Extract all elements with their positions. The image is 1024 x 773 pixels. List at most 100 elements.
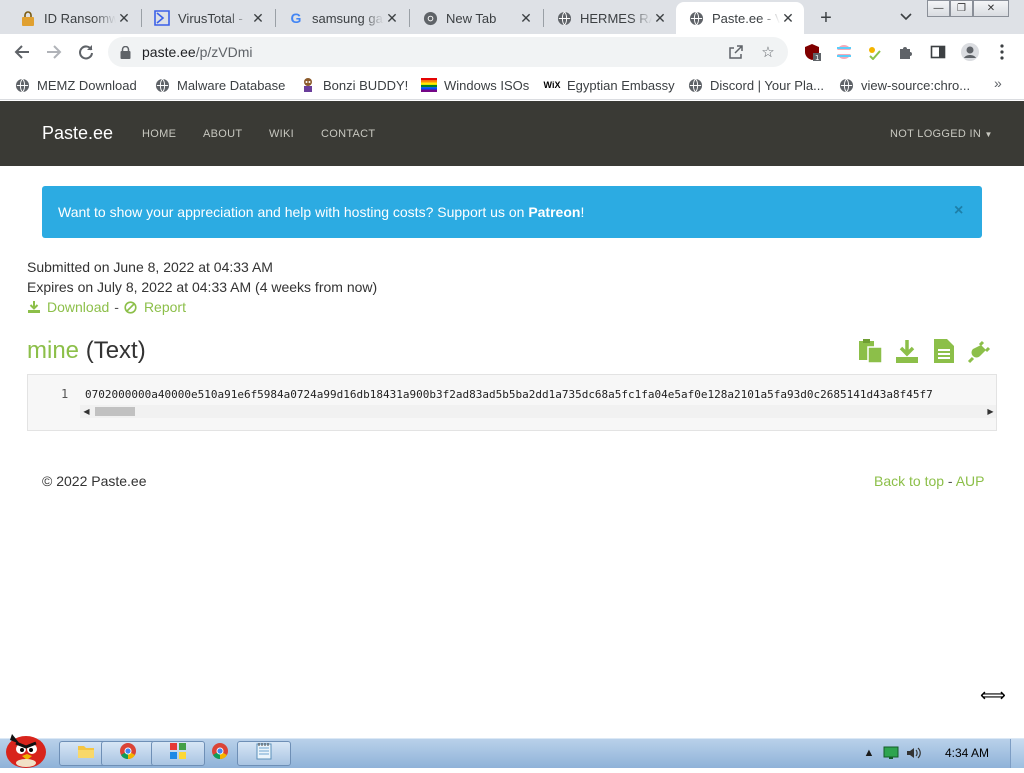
taskbar-notepad[interactable]: [237, 741, 291, 766]
patreon-link[interactable]: Patreon: [528, 204, 580, 220]
globe-icon: [688, 10, 704, 26]
back-to-top-link[interactable]: Back to top: [874, 473, 944, 489]
start-button[interactable]: [2, 730, 50, 768]
address-bar[interactable]: paste.ee/p/zVDmi ☆: [108, 37, 788, 67]
bookmark-label: view-source:chro...: [861, 77, 971, 93]
scrollbar-thumb[interactable]: [95, 407, 135, 416]
paste-actions: Download - Report: [27, 299, 186, 315]
pride-extension-icon[interactable]: [834, 42, 854, 62]
bookmark-label: Malware Database: [177, 77, 286, 93]
app-grid-icon: [169, 742, 187, 765]
bookmark-label: MEMZ Download: [37, 77, 137, 93]
restore-button[interactable]: ❐: [950, 0, 973, 17]
lock-icon[interactable]: [120, 45, 132, 59]
aup-link[interactable]: AUP: [956, 473, 985, 489]
explorer-icon: [76, 742, 96, 765]
close-icon[interactable]: ✕: [652, 10, 668, 26]
chrome-icon: [119, 742, 137, 765]
puzzle-icon[interactable]: [896, 42, 916, 62]
nav-about[interactable]: ABOUT: [203, 128, 242, 140]
share-icon[interactable]: [726, 42, 746, 62]
taskbar-clock[interactable]: 4:34 AM: [945, 746, 989, 760]
alert-message: Want to show your appreciation and help …: [58, 204, 584, 220]
side-panel-icon[interactable]: [928, 42, 948, 62]
footer-copyright: © 2022 Paste.ee: [42, 473, 147, 489]
chevron-down-icon[interactable]: [896, 8, 916, 26]
taskbar-app-grid[interactable]: [151, 741, 205, 766]
ban-icon: [124, 300, 138, 314]
tab-hermes[interactable]: HERMES RANSOMWARE ✕: [544, 2, 676, 34]
bookmark-bonzi[interactable]: Bonzi BUDDY!: [300, 75, 408, 95]
chrome-icon: [211, 742, 229, 765]
close-icon[interactable]: ✕: [250, 10, 266, 26]
tab-id-ransomware[interactable]: ID Ransomware ✕: [8, 2, 140, 34]
bookmark-windows-isos[interactable]: Windows ISOs: [421, 75, 529, 95]
login-dropdown[interactable]: NOT LOGGED IN ▼: [890, 128, 993, 140]
bookmark-memz[interactable]: MEMZ Download: [14, 75, 137, 95]
bonzi-icon: [300, 77, 316, 93]
back-button[interactable]: [10, 40, 34, 64]
reload-button[interactable]: [74, 40, 98, 64]
star-icon[interactable]: ☆: [758, 42, 778, 62]
line-number: 1: [61, 387, 69, 401]
tab-title: samsung galaxy: [312, 10, 384, 26]
nav-home[interactable]: HOME: [142, 128, 176, 140]
tab-strip: ID Ransomware ✕ VirusTotal - ✕ G samsung…: [0, 0, 1024, 34]
bookmark-view-source[interactable]: view-source:chro...: [838, 75, 970, 95]
download-link[interactable]: Download: [47, 299, 109, 315]
kebab-menu-icon[interactable]: [992, 42, 1012, 62]
plug-icon[interactable]: [967, 338, 993, 364]
wix-icon: WiX: [543, 80, 561, 90]
horizontal-scrollbar[interactable]: ◀ ▶: [80, 405, 996, 418]
nav-contact[interactable]: CONTACT: [321, 128, 375, 140]
code-line[interactable]: 0702000000a40000e510a91e6f5984a0724a99d1…: [85, 388, 996, 401]
alert-close-button[interactable]: ×: [954, 202, 963, 220]
close-icon[interactable]: ✕: [780, 10, 796, 26]
bookmark-malware-db[interactable]: Malware Database: [154, 75, 285, 95]
bookmark-discord[interactable]: Discord | Your Pla...: [687, 75, 824, 95]
show-desktop-button[interactable]: [1010, 739, 1024, 768]
taskbar-chrome-2[interactable]: [204, 741, 236, 766]
caret-down-icon: ▼: [984, 130, 993, 139]
chrome-icon: [422, 10, 438, 26]
close-window-button[interactable]: ✕: [973, 0, 1009, 17]
extension-color-icon[interactable]: [864, 42, 884, 62]
ublock-icon[interactable]: 1: [802, 42, 822, 62]
scroll-left-arrow-icon[interactable]: ◀: [80, 405, 93, 418]
tab-virustotal[interactable]: VirusTotal - ✕: [142, 2, 274, 34]
close-icon[interactable]: ✕: [518, 10, 534, 26]
download-icon[interactable]: [894, 338, 920, 364]
bookmarks-overflow-button[interactable]: »: [994, 75, 1002, 91]
scroll-right-arrow-icon[interactable]: ▶: [984, 405, 996, 418]
raw-file-icon[interactable]: [931, 338, 957, 364]
volume-icon[interactable]: [905, 744, 923, 762]
site-brand[interactable]: Paste.ee: [42, 123, 113, 144]
resize-cursor-icon: ⟺: [980, 685, 1006, 705]
line-gutter: [28, 375, 80, 430]
tray-chevron-up-icon[interactable]: ▲: [860, 744, 878, 762]
lock-icon: [20, 10, 36, 26]
virustotal-icon: [154, 10, 170, 26]
bookmark-egyptian-embassy[interactable]: WiX Egyptian Embassy: [544, 75, 675, 95]
close-icon[interactable]: ✕: [116, 10, 132, 26]
globe-icon: [838, 77, 854, 93]
forward-button[interactable]: [42, 40, 66, 64]
taskbar-chrome-1[interactable]: [101, 741, 155, 766]
minimize-button[interactable]: —: [927, 0, 950, 17]
tab-samsung[interactable]: G samsung galaxy ✕: [276, 2, 408, 34]
url-text: paste.ee/p/zVDmi: [142, 44, 253, 60]
nav-wiki[interactable]: WIKI: [269, 128, 294, 140]
login-label: NOT LOGGED IN: [890, 128, 982, 140]
profile-avatar-icon[interactable]: [960, 42, 980, 62]
expiry-date: Expires on July 8, 2022 at 04:33 AM (4 w…: [27, 279, 378, 295]
tab-paste-ee[interactable]: Paste.ee - View ✕: [676, 2, 804, 34]
alert-end: !: [580, 204, 585, 220]
report-link[interactable]: Report: [144, 299, 186, 315]
copy-icon[interactable]: [858, 338, 884, 364]
tab-title: ID Ransomware: [44, 10, 116, 26]
network-icon[interactable]: [882, 744, 900, 762]
tab-new-tab[interactable]: New Tab ✕: [410, 2, 542, 34]
close-icon[interactable]: ✕: [384, 10, 400, 26]
window-controls: — ❐ ✕: [927, 0, 1009, 18]
new-tab-button[interactable]: +: [814, 6, 838, 30]
